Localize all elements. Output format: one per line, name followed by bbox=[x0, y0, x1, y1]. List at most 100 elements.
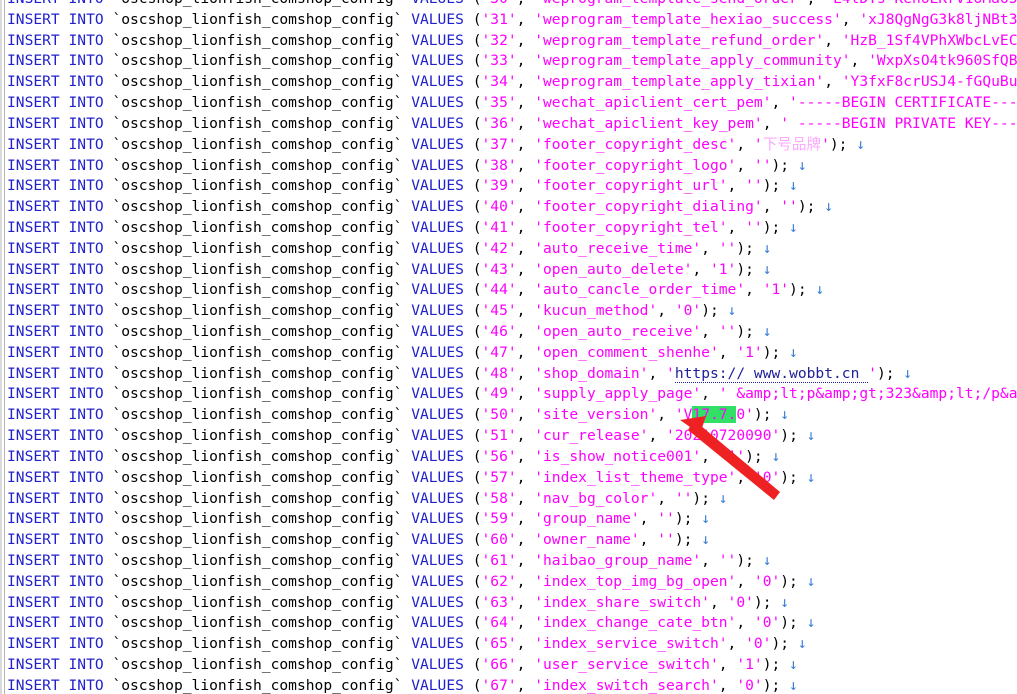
config-key-value: 'owner_name' bbox=[534, 531, 640, 549]
sql-insert-line[interactable]: INSERT INTO `oscshop_lionfish_comshop_co… bbox=[7, 426, 1017, 447]
config-key-value: 'is_show_notice001' bbox=[534, 447, 702, 465]
sql-keyword-values: VALUES bbox=[411, 10, 464, 28]
sql-insert-line[interactable]: INSERT INTO `oscshop_lionfish_comshop_co… bbox=[7, 322, 1017, 343]
config-value: '1' bbox=[736, 343, 763, 361]
row-id-value: '39' bbox=[481, 177, 517, 195]
sql-insert-line[interactable]: INSERT INTO `oscshop_lionfish_comshop_co… bbox=[7, 447, 1017, 468]
config-key-value: 'index_change_cate_btn' bbox=[534, 614, 737, 632]
config-key-value: 'auto_cancle_order_time' bbox=[534, 281, 746, 299]
shop-domain-url[interactable]: https:// www.wobbt.cn bbox=[674, 364, 869, 383]
config-key-value: 'footer_copyright_dialing' bbox=[534, 198, 763, 216]
sql-keyword-values: VALUES bbox=[411, 156, 464, 174]
sql-keyword-values: VALUES bbox=[411, 302, 464, 320]
sql-insert-line[interactable]: INSERT INTO `oscshop_lionfish_comshop_co… bbox=[7, 197, 1017, 218]
sql-keyword-values: VALUES bbox=[411, 260, 464, 278]
sql-insert-line[interactable]: INSERT INTO `oscshop_lionfish_comshop_co… bbox=[7, 405, 1017, 426]
table-name-token: `oscshop_lionfish_comshop_config` bbox=[112, 114, 403, 132]
table-name-token: `oscshop_lionfish_comshop_config` bbox=[112, 177, 403, 195]
config-value: '1' bbox=[718, 447, 746, 465]
table-name-token: `oscshop_lionfish_comshop_config` bbox=[112, 572, 403, 590]
sql-insert-line[interactable]: INSERT INTO `oscshop_lionfish_comshop_co… bbox=[7, 218, 1017, 239]
sql-keyword-insert: INSERT INTO bbox=[7, 468, 104, 486]
table-name-token: `oscshop_lionfish_comshop_config` bbox=[112, 260, 403, 278]
sql-insert-line[interactable]: INSERT INTO `oscshop_lionfish_comshop_co… bbox=[7, 280, 1017, 301]
sql-keyword-insert: INSERT INTO bbox=[7, 10, 104, 28]
config-key-value: 'footer_copyright_tel' bbox=[534, 218, 728, 236]
sql-insert-line[interactable]: INSERT INTO `oscshop_lionfish_comshop_co… bbox=[7, 135, 1017, 156]
config-key-value: 'cur_release' bbox=[534, 427, 649, 445]
config-value: 'https:// www.wobbt.cn ' bbox=[666, 364, 877, 383]
row-id-value: '57' bbox=[481, 468, 517, 486]
sql-insert-line[interactable]: INSERT INTO `oscshop_lionfish_comshop_co… bbox=[7, 51, 1017, 72]
table-name-token: `oscshop_lionfish_comshop_config` bbox=[112, 302, 403, 320]
sql-insert-line[interactable]: INSERT INTO `oscshop_lionfish_comshop_co… bbox=[7, 10, 1017, 31]
sql-keyword-values: VALUES bbox=[411, 551, 464, 569]
config-key-value: 'haibao_group_name' bbox=[534, 551, 702, 569]
sql-keyword-insert: INSERT INTO bbox=[7, 281, 104, 299]
sql-insert-line[interactable]: INSERT INTO `oscshop_lionfish_comshop_co… bbox=[7, 114, 1017, 135]
sql-insert-line[interactable]: INSERT INTO `oscshop_lionfish_comshop_co… bbox=[7, 634, 1017, 655]
config-key-value: 'index_share_switch' bbox=[534, 593, 710, 611]
sql-insert-line[interactable]: INSERT INTO `oscshop_lionfish_comshop_co… bbox=[7, 384, 1017, 405]
sql-insert-line[interactable]: INSERT INTO `oscshop_lionfish_comshop_co… bbox=[7, 468, 1017, 489]
table-name-token: `oscshop_lionfish_comshop_config` bbox=[112, 156, 403, 174]
sql-keyword-values: VALUES bbox=[411, 114, 464, 132]
sql-keyword-insert: INSERT INTO bbox=[7, 260, 104, 278]
sql-insert-line[interactable]: INSERT INTO `oscshop_lionfish_comshop_co… bbox=[7, 239, 1017, 260]
config-key-value: 'footer_copyright_desc' bbox=[534, 135, 737, 153]
sql-editor-viewport[interactable]: INSERT INTO `oscshop_lionfish_comshop_co… bbox=[0, 0, 1017, 694]
sql-keyword-values: VALUES bbox=[411, 531, 464, 549]
sql-insert-line[interactable]: INSERT INTO `oscshop_lionfish_comshop_co… bbox=[7, 176, 1017, 197]
sql-insert-line[interactable]: INSERT INTO `oscshop_lionfish_comshop_co… bbox=[7, 489, 1017, 510]
row-id-value: '31' bbox=[481, 10, 517, 28]
sql-keyword-values: VALUES bbox=[411, 281, 464, 299]
table-name-token: `oscshop_lionfish_comshop_config` bbox=[112, 614, 403, 632]
sql-keyword-insert: INSERT INTO bbox=[7, 531, 104, 549]
sql-insert-line[interactable]: INSERT INTO `oscshop_lionfish_comshop_co… bbox=[7, 0, 1017, 10]
config-key-value: 'open_auto_delete' bbox=[534, 260, 693, 278]
highlighted-version-text: 17.7. bbox=[692, 406, 737, 424]
config-value: '下号品牌' bbox=[753, 135, 830, 153]
config-key-value: 'weprogram_template_refund_order' bbox=[534, 31, 825, 49]
config-value: '' bbox=[780, 198, 798, 216]
config-key-value: 'group_name' bbox=[534, 510, 640, 528]
config-key-value: 'weprogram_template_hexiao_success' bbox=[534, 10, 842, 28]
config-key-value: 'footer_copyright_url' bbox=[534, 177, 728, 195]
sql-insert-line[interactable]: INSERT INTO `oscshop_lionfish_comshop_co… bbox=[7, 343, 1017, 364]
sql-insert-line[interactable]: INSERT INTO `oscshop_lionfish_comshop_co… bbox=[7, 509, 1017, 530]
config-value: 'L4lDTs-KehoEKrv1oMa65v8yK-GwIiSl' bbox=[824, 0, 1017, 7]
sql-keyword-insert: INSERT INTO bbox=[7, 593, 104, 611]
sql-insert-line[interactable]: INSERT INTO `oscshop_lionfish_comshop_co… bbox=[7, 93, 1017, 114]
sql-insert-line[interactable]: INSERT INTO `oscshop_lionfish_comshop_co… bbox=[7, 364, 1017, 385]
sql-insert-line[interactable]: INSERT INTO `oscshop_lionfish_comshop_co… bbox=[7, 301, 1017, 322]
sql-keyword-insert: INSERT INTO bbox=[7, 635, 104, 653]
sql-keyword-values: VALUES bbox=[411, 218, 464, 236]
config-value: 'Y3fxF8crUSJ4-fGQuBunl-5oabAky5' bbox=[841, 73, 1017, 91]
table-name-token: `oscshop_lionfish_comshop_config` bbox=[112, 239, 403, 257]
code-text-area[interactable]: INSERT INTO `oscshop_lionfish_comshop_co… bbox=[7, 0, 1017, 694]
sql-insert-line[interactable]: INSERT INTO `oscshop_lionfish_comshop_co… bbox=[7, 31, 1017, 52]
row-id-value: '59' bbox=[481, 510, 517, 528]
sql-insert-line[interactable]: INSERT INTO `oscshop_lionfish_comshop_co… bbox=[7, 551, 1017, 572]
sql-insert-line[interactable]: INSERT INTO `oscshop_lionfish_comshop_co… bbox=[7, 655, 1017, 676]
sql-insert-line[interactable]: INSERT INTO `oscshop_lionfish_comshop_co… bbox=[7, 613, 1017, 634]
sql-insert-line[interactable]: INSERT INTO `oscshop_lionfish_comshop_co… bbox=[7, 572, 1017, 593]
sql-insert-line[interactable]: INSERT INTO `oscshop_lionfish_comshop_co… bbox=[7, 593, 1017, 614]
config-value: ' &amp;lt;p&amp;gt;323&amp;lt;/p&amp;gt;… bbox=[718, 385, 1017, 403]
table-name-token: `oscshop_lionfish_comshop_config` bbox=[112, 593, 403, 611]
sql-keyword-insert: INSERT INTO bbox=[7, 385, 104, 403]
sql-keyword-insert: INSERT INTO bbox=[7, 676, 104, 694]
sql-insert-line[interactable]: INSERT INTO `oscshop_lionfish_comshop_co… bbox=[7, 72, 1017, 93]
sql-keyword-insert: INSERT INTO bbox=[7, 52, 104, 70]
sql-keyword-insert: INSERT INTO bbox=[7, 31, 104, 49]
sql-insert-line[interactable]: INSERT INTO `oscshop_lionfish_comshop_co… bbox=[7, 676, 1017, 694]
sql-insert-line[interactable]: INSERT INTO `oscshop_lionfish_comshop_co… bbox=[7, 530, 1017, 551]
sql-keyword-values: VALUES bbox=[411, 510, 464, 528]
sql-insert-line[interactable]: INSERT INTO `oscshop_lionfish_comshop_co… bbox=[7, 260, 1017, 281]
config-value: '' bbox=[657, 510, 675, 528]
table-name-token: `oscshop_lionfish_comshop_config` bbox=[112, 0, 402, 7]
sql-insert-line[interactable]: INSERT INTO `oscshop_lionfish_comshop_co… bbox=[7, 156, 1017, 177]
table-name-token: `oscshop_lionfish_comshop_config` bbox=[112, 281, 403, 299]
config-value: '-----BEGIN CERTIFICATE-----\r\nMIIEb' bbox=[789, 94, 1017, 112]
config-value: ' -----BEGIN PRIVATE KEY-----\r\nMIIEvg' bbox=[780, 114, 1017, 132]
